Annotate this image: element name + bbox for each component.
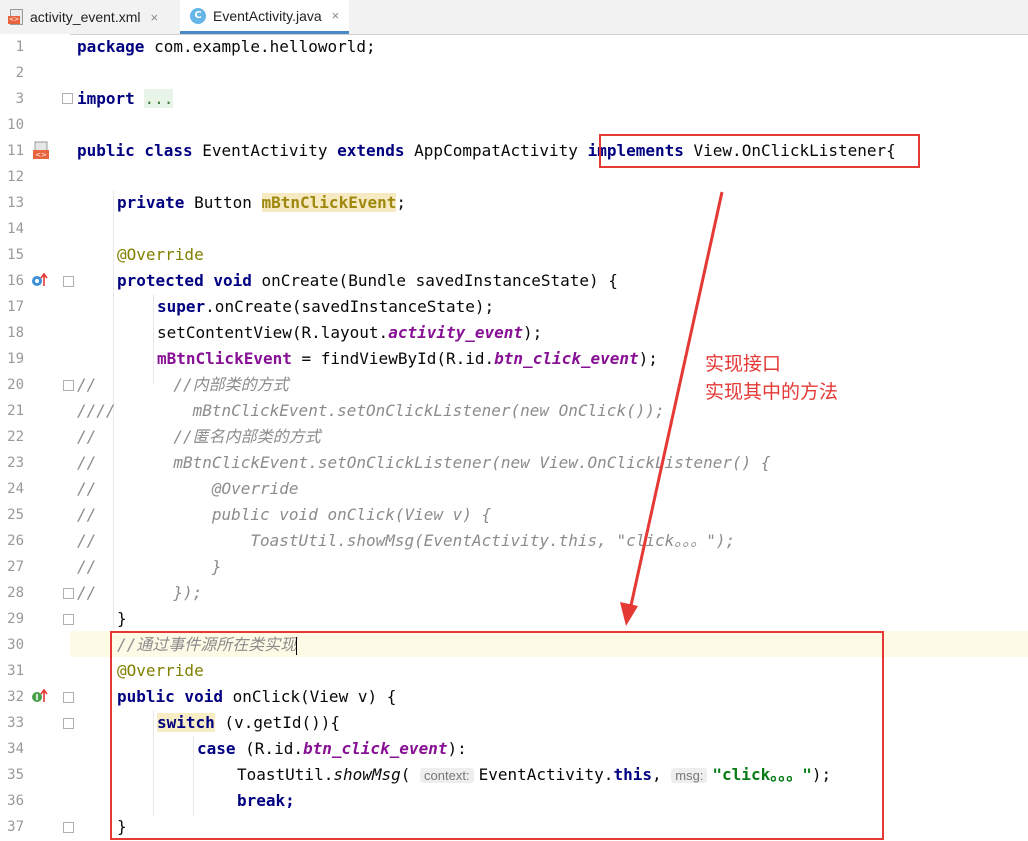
line-number: 17 [7, 299, 24, 315]
line-number: 14 [7, 221, 24, 237]
code-line-16[interactable]: protected void onCreate(Bundle savedInst… [117, 268, 618, 294]
code-text: com.example.helloworld; [144, 37, 376, 56]
line-number: 23 [7, 455, 24, 471]
line-number: 16 [7, 273, 24, 289]
svg-text:<>: <> [35, 151, 47, 159]
fold-marker[interactable] [63, 718, 74, 729]
layout-xml-link-icon[interactable]: <> [32, 141, 50, 161]
tab-label: activity_event.xml [30, 9, 141, 25]
code-text: ; [396, 193, 406, 212]
line-number: 22 [7, 429, 24, 445]
keyword: protected void [117, 271, 252, 290]
annotation-note-line1: 实现接口 [705, 353, 782, 375]
fold-marker[interactable] [63, 276, 74, 287]
line-number: 31 [7, 663, 24, 679]
implement-method-icon[interactable]: I [31, 688, 49, 704]
code-line-17[interactable]: super.onCreate(savedInstanceState); [157, 294, 494, 320]
line-number: 25 [7, 507, 24, 523]
svg-text:I: I [36, 693, 39, 702]
line-number: 12 [7, 169, 24, 185]
code-line-25[interactable]: // public void onClick(View v) { [77, 502, 491, 528]
fold-marker[interactable] [63, 822, 74, 833]
code-line-21[interactable]: //// mBtnClickEvent.setOnClickListener(n… [77, 398, 665, 424]
indent-guide [153, 294, 154, 384]
code-text: onCreate(Bundle savedInstanceState) { [251, 271, 618, 290]
code-text: EventActivity [192, 141, 338, 160]
tab-label: EventActivity.java [213, 7, 322, 24]
line-number: 19 [7, 351, 24, 367]
implements-highlight-box [599, 134, 920, 168]
line-number: 27 [7, 559, 24, 575]
line-number: 3 [15, 91, 24, 107]
field-ref: activity_event [388, 323, 524, 342]
code-line-1[interactable]: package com.example.helloworld; [77, 34, 376, 60]
override-method-icon[interactable] [31, 272, 49, 288]
code-text: .onCreate(savedInstanceState); [205, 297, 495, 316]
code-text: = findViewById(R.id. [291, 349, 495, 368]
line-number: 13 [7, 195, 24, 211]
fold-marker[interactable] [63, 692, 74, 703]
code-line-15[interactable]: @Override [117, 242, 204, 268]
code-text: ); [523, 323, 543, 342]
code-line-28[interactable]: // }); [77, 580, 202, 606]
code-line-19[interactable]: mBtnClickEvent = findViewById(R.id.btn_c… [157, 346, 658, 372]
tab-event-activity-java[interactable]: C EventActivity.java × [180, 0, 350, 34]
code-line-24[interactable]: // @Override [77, 476, 299, 502]
fold-marker[interactable] [63, 380, 74, 391]
java-class-icon: C [190, 7, 206, 24]
code-line-20[interactable]: // //内部类的方式 [77, 372, 289, 398]
keyword: private [117, 193, 185, 212]
line-number: 32 [7, 689, 24, 705]
keyword: extends [337, 141, 405, 160]
line-number: 18 [7, 325, 24, 341]
line-number: 29 [7, 611, 24, 627]
fold-marker[interactable] [63, 614, 74, 625]
line-number: 20 [7, 377, 24, 393]
keyword: super [157, 297, 206, 316]
code-line-13[interactable]: private Button mBtnClickEvent; [117, 190, 406, 216]
onclick-method-highlight-box [110, 631, 884, 840]
tab-activity-event-xml[interactable]: <> activity_event.xml × [8, 0, 158, 34]
line-number: 35 [7, 767, 24, 783]
line-number: 11 [7, 143, 24, 159]
close-icon[interactable]: × [150, 10, 158, 25]
fold-marker[interactable] [63, 588, 74, 599]
line-number: 24 [7, 481, 24, 497]
editor-tab-bar: <> activity_event.xml × C EventActivity.… [0, 0, 1028, 35]
keyword: import [77, 89, 135, 108]
annotation-note: 实现接口 实现其中的方法 [705, 350, 838, 406]
line-number: 26 [7, 533, 24, 549]
annotation-arrow [620, 191, 724, 626]
code-text: AppCompatActivity [404, 141, 588, 160]
line-number: 28 [7, 585, 24, 601]
code-line-22[interactable]: // //匿名内部类的方式 [77, 424, 321, 450]
keyword: package [77, 37, 145, 56]
code-line-3[interactable]: import ... [77, 86, 174, 112]
line-number: 34 [7, 741, 24, 757]
code-text: Button [184, 193, 262, 212]
line-number: 2 [15, 65, 24, 81]
field-ref: mBtnClickEvent [157, 349, 292, 368]
close-icon[interactable]: × [332, 8, 340, 23]
keyword: public class [77, 141, 193, 160]
line-number: 33 [7, 715, 24, 731]
line-number: 36 [7, 793, 24, 809]
line-number: 37 [7, 819, 24, 835]
xml-file-icon: <> [8, 9, 24, 25]
fold-marker[interactable] [62, 93, 73, 104]
line-number: 10 [7, 117, 24, 133]
code-line-27[interactable]: // } [77, 554, 222, 580]
code-line-18[interactable]: setContentView(R.layout.activity_event); [157, 320, 542, 346]
line-number: 21 [7, 403, 24, 419]
highlighted-field: mBtnClickEvent [261, 193, 397, 212]
code-text: setContentView(R.layout. [157, 323, 389, 342]
annotation-note-line2: 实现其中的方法 [705, 381, 839, 403]
code-line-29[interactable]: } [117, 606, 127, 632]
folded-imports[interactable]: ... [144, 89, 174, 108]
line-number: 30 [7, 637, 24, 653]
line-number: 1 [15, 39, 24, 55]
line-number: 15 [7, 247, 24, 263]
